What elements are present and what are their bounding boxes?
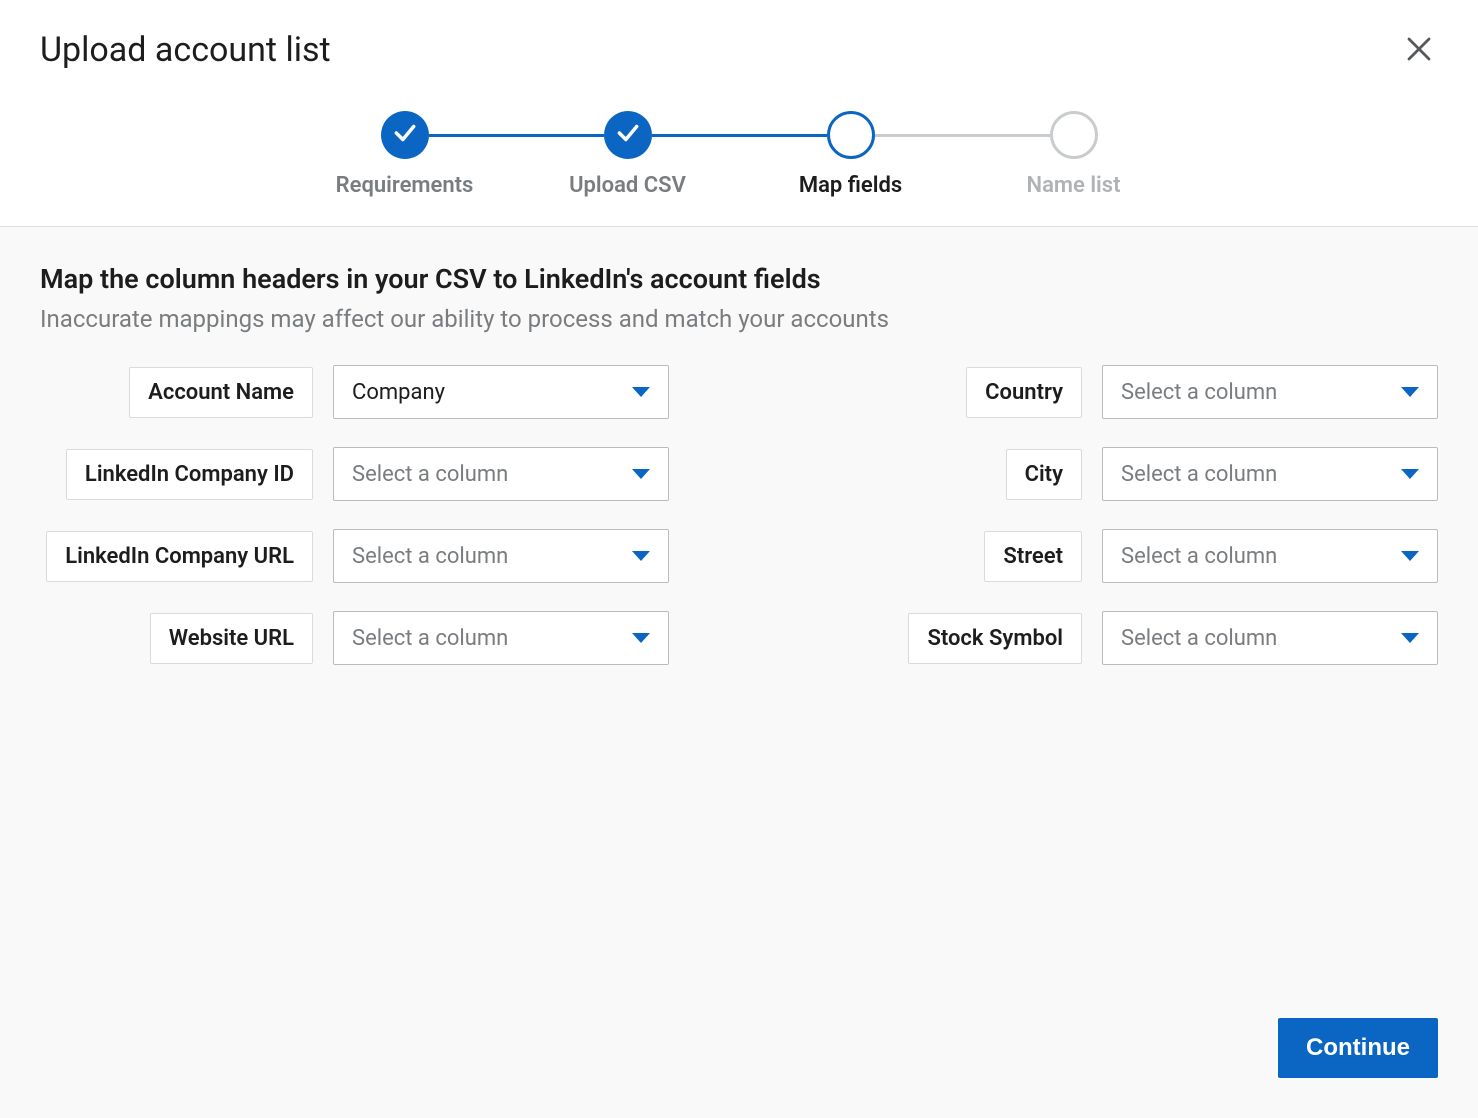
modal-title: Upload account list	[40, 30, 331, 70]
check-icon	[615, 120, 641, 150]
chevron-down-icon	[632, 387, 650, 397]
field-label: City	[1006, 449, 1082, 500]
select-stock-symbol[interactable]: Select a column	[1102, 611, 1438, 665]
map-row-street: Street Select a column	[809, 529, 1438, 583]
select-street[interactable]: Select a column	[1102, 529, 1438, 583]
chevron-down-icon	[1401, 551, 1419, 561]
close-button[interactable]	[1400, 30, 1438, 71]
select-placeholder: Select a column	[1121, 380, 1277, 405]
select-placeholder: Select a column	[352, 462, 508, 487]
chevron-down-icon	[1401, 387, 1419, 397]
select-linkedin-company-id[interactable]: Select a column	[333, 447, 669, 501]
select-website-url[interactable]: Select a column	[333, 611, 669, 665]
map-row-account-name: Account Name Company	[40, 365, 669, 419]
select-placeholder: Select a column	[1121, 544, 1277, 569]
step-3-label: Map fields	[739, 173, 962, 198]
select-placeholder: Select a column	[352, 626, 508, 651]
field-label: LinkedIn Company ID	[66, 449, 313, 500]
map-row-linkedin-company-url: LinkedIn Company URL Select a column	[40, 529, 669, 583]
step-3-circle	[827, 111, 875, 159]
step-4-label: Name list	[962, 173, 1185, 198]
chevron-down-icon	[632, 551, 650, 561]
step-1-circle	[381, 111, 429, 159]
modal-body: Map the column headers in your CSV to Li…	[0, 227, 1478, 994]
step-connector-3	[875, 134, 1050, 137]
continue-button[interactable]: Continue	[1278, 1018, 1438, 1078]
section-subtitle: Inaccurate mappings may affect our abili…	[40, 305, 1438, 333]
step-2-label: Upload CSV	[516, 173, 739, 198]
select-account-name[interactable]: Company	[333, 365, 669, 419]
select-city[interactable]: Select a column	[1102, 447, 1438, 501]
modal-footer: Continue	[0, 994, 1478, 1118]
field-label: LinkedIn Company URL	[46, 531, 313, 582]
chevron-down-icon	[632, 469, 650, 479]
step-4-circle	[1050, 111, 1098, 159]
map-row-city: City Select a column	[809, 447, 1438, 501]
step-connector-2	[652, 134, 827, 137]
select-value: Company	[352, 380, 445, 405]
select-placeholder: Select a column	[1121, 626, 1277, 651]
select-country[interactable]: Select a column	[1102, 365, 1438, 419]
map-row-stock-symbol: Stock Symbol Select a column	[809, 611, 1438, 665]
select-placeholder: Select a column	[1121, 462, 1277, 487]
close-icon	[1404, 52, 1434, 67]
field-label: Account Name	[129, 367, 313, 418]
chevron-down-icon	[1401, 469, 1419, 479]
step-1-label: Requirements	[293, 173, 516, 198]
select-placeholder: Select a column	[352, 544, 508, 569]
field-label: Street	[984, 531, 1082, 582]
chevron-down-icon	[1401, 633, 1419, 643]
select-linkedin-company-url[interactable]: Select a column	[333, 529, 669, 583]
map-row-country: Country Select a column	[809, 365, 1438, 419]
map-row-linkedin-company-id: LinkedIn Company ID Select a column	[40, 447, 669, 501]
section-title: Map the column headers in your CSV to Li…	[40, 263, 1438, 295]
field-label: Stock Symbol	[908, 613, 1082, 664]
modal-header: Upload account list	[0, 0, 1478, 71]
upload-account-list-modal: Upload account list	[0, 0, 1478, 1118]
map-row-website-url: Website URL Select a column	[40, 611, 669, 665]
field-label: Website URL	[150, 613, 313, 664]
check-icon	[392, 120, 418, 150]
mapping-grid: Account Name Company Country Select a co…	[40, 365, 1438, 665]
stepper: Requirements Upload CSV Map fields Name …	[0, 71, 1478, 227]
field-label: Country	[966, 367, 1082, 418]
step-2-circle	[604, 111, 652, 159]
step-connector-1	[429, 134, 604, 137]
chevron-down-icon	[632, 633, 650, 643]
